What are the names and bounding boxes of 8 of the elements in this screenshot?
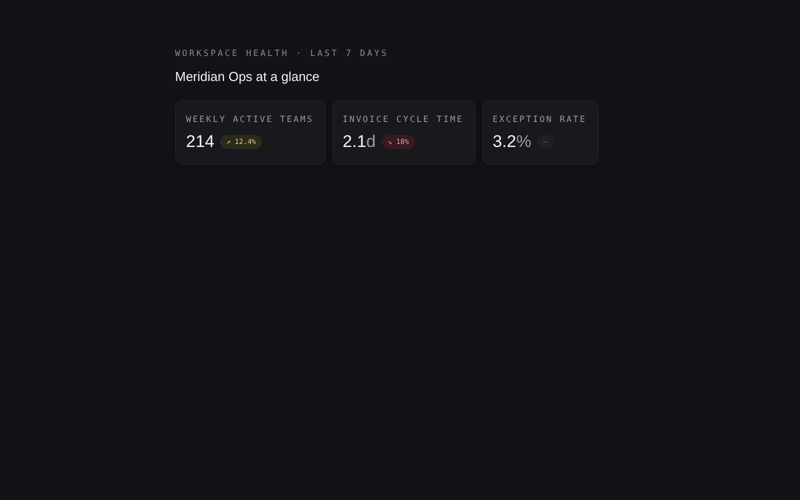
metric-value: 2.1d <box>342 132 376 152</box>
section-eyebrow: WORKSPACE HEALTH · LAST 7 DAYS <box>175 49 389 59</box>
metric-label: EXCEPTION RATE <box>492 115 587 125</box>
page-title: Meridian Ops at a glance <box>175 69 320 84</box>
metric-label: WEEKLY ACTIVE TEAMS <box>186 115 314 125</box>
metric-value: 3.2% <box>492 132 532 152</box>
metric-label: INVOICE CYCLE TIME <box>342 115 464 125</box>
metric-value: 214 <box>186 132 214 152</box>
